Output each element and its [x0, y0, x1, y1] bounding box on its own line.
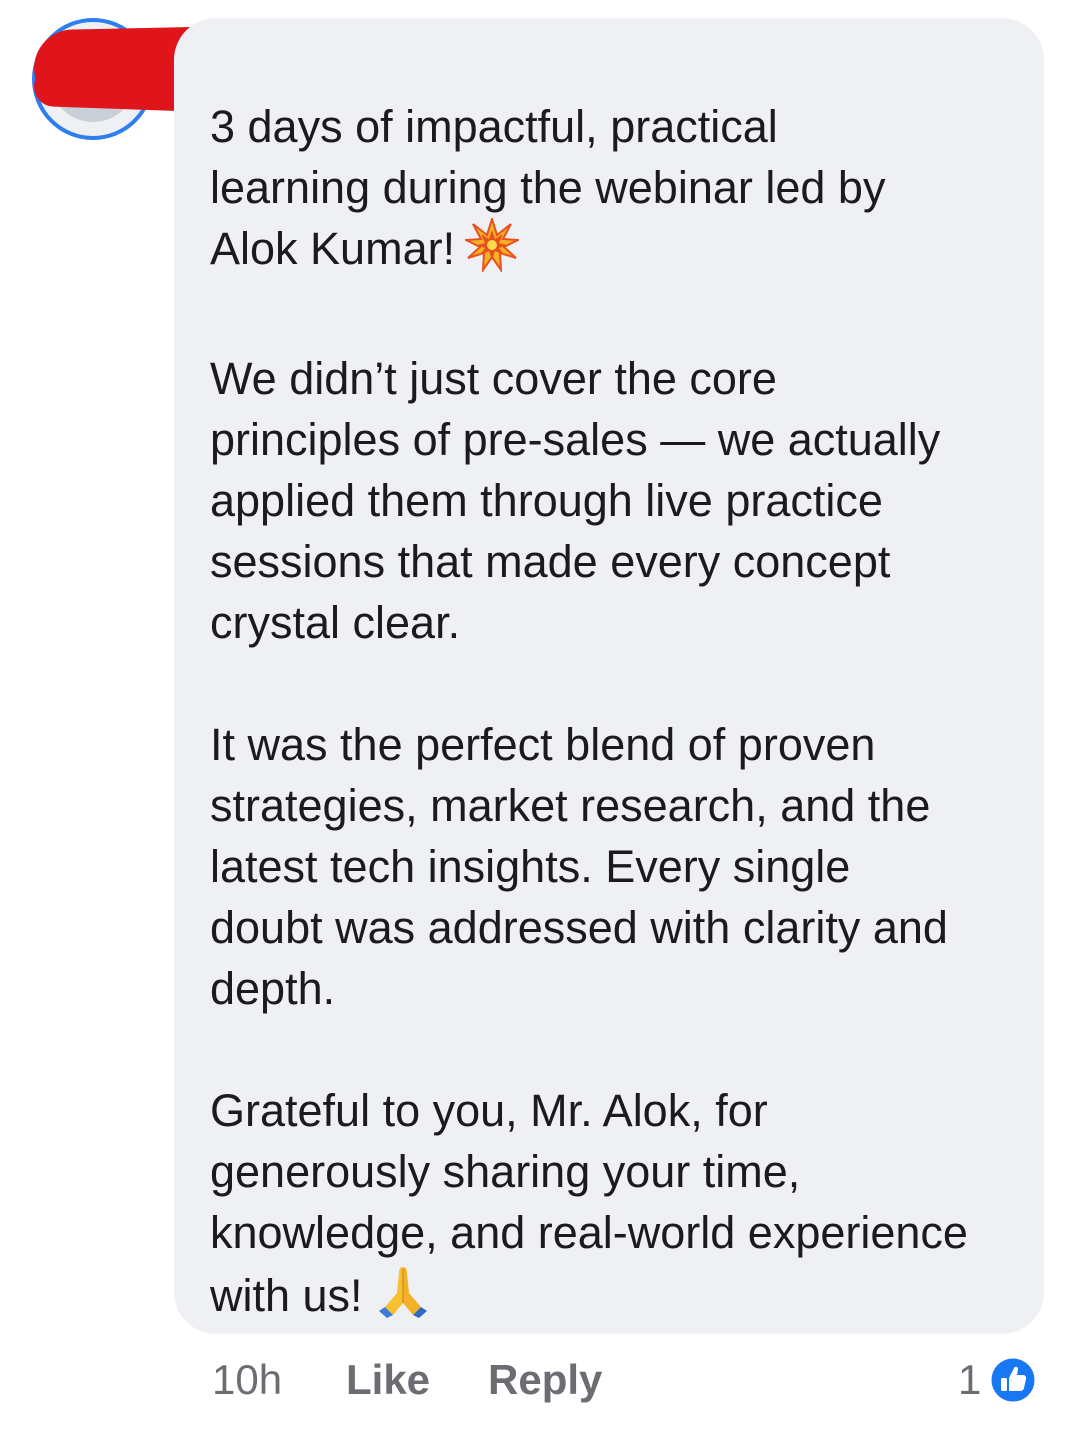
comment-paragraph-4: Grateful to you, Mr. Alok, for generousl…: [210, 1080, 1020, 1334]
reaction-summary[interactable]: 1: [958, 1352, 1048, 1408]
comment-line: generously sharing your time,: [210, 1146, 801, 1197]
comment-line: Grateful to you, Mr. Alok, for: [210, 1085, 768, 1136]
folded-hands-emoji-icon: [373, 1263, 433, 1334]
comment-line: crystal clear.: [210, 597, 461, 648]
comment-line: principles of pre-sales — we actually: [210, 414, 941, 465]
comment-line: applied them through live practice: [210, 475, 883, 526]
comment-line: knowledge, and real-world experience: [210, 1207, 968, 1258]
comment-paragraph-2: We didn’t just cover the core principles…: [210, 348, 1020, 653]
comment-line: strategies, market research, and the: [210, 780, 931, 831]
comment-line-with-emoji: with us!: [210, 1263, 1020, 1334]
comment-line: 3 days of impactful, practical: [210, 101, 778, 152]
comment-line: sessions that made every concept: [210, 536, 891, 587]
comment-line: depth.: [210, 963, 336, 1014]
comment-line: with us!: [210, 1270, 363, 1321]
comment-line-with-emoji: Alok Kumar!: [210, 215, 1020, 287]
reply-button[interactable]: Reply: [488, 1352, 602, 1408]
comment-paragraph-3: It was the perfect blend of proven strat…: [210, 714, 1020, 1019]
comment-line: It was the perfect blend of proven: [210, 719, 876, 770]
comment-body: 3 days of impactful, practical learning …: [210, 96, 1020, 1334]
comment-paragraph-1: 3 days of impactful, practical learning …: [210, 96, 1020, 287]
comment-line: We didn’t just cover the core: [210, 353, 777, 404]
comment-line: Alok Kumar!: [210, 223, 456, 274]
comment-line: doubt was addressed with clarity and: [210, 902, 948, 953]
comment-timestamp[interactable]: 10h: [212, 1352, 282, 1408]
collision-emoji-icon: [462, 215, 522, 287]
like-reaction-icon: [988, 1355, 1038, 1405]
comment-line: latest tech insights. Every single: [210, 841, 851, 892]
like-button[interactable]: Like: [346, 1352, 430, 1408]
reaction-count: 1: [958, 1356, 982, 1403]
comment-line: learning during the webinar led by: [210, 162, 886, 213]
